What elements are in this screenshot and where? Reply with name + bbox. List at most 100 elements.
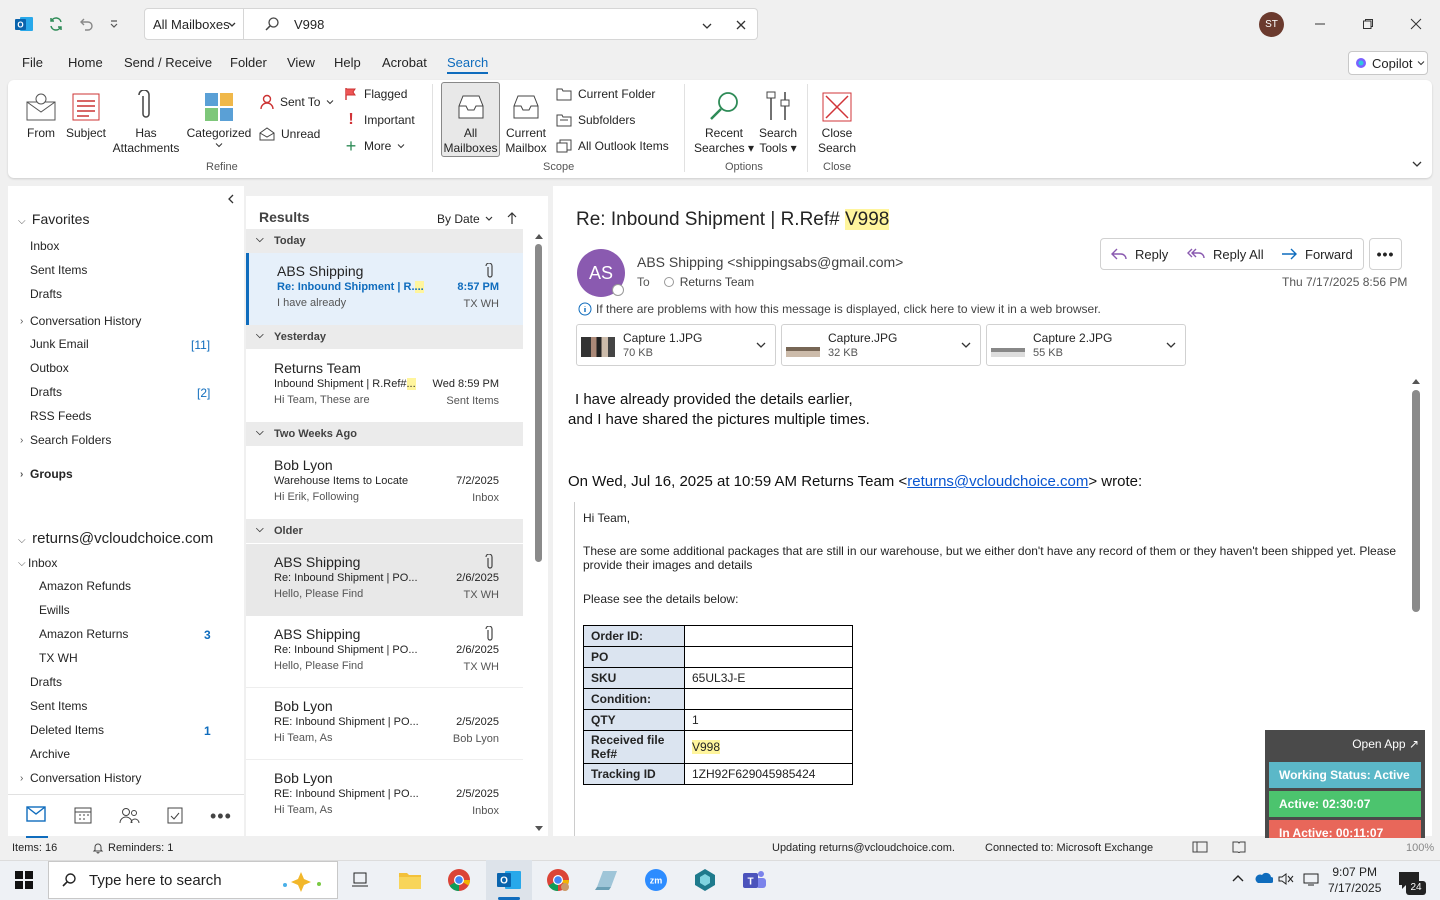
folder-sent-account[interactable]: Sent Items bbox=[30, 697, 87, 715]
windows-start-icon[interactable] bbox=[10, 866, 38, 894]
folder-junk[interactable]: Junk Email bbox=[30, 335, 89, 353]
list-item[interactable]: Bob Lyon RE: Inbound Shipment | PO... Hi… bbox=[246, 760, 523, 832]
forward-button[interactable]: Forward bbox=[1271, 238, 1364, 270]
important-button[interactable]: ! Important bbox=[344, 110, 414, 130]
minimize-icon[interactable] bbox=[1306, 10, 1334, 38]
group-header-two-weeks[interactable]: ⌵ Two Weeks Ago bbox=[246, 422, 523, 446]
reading-view-icon[interactable] bbox=[1232, 841, 1246, 853]
scroll-up-arrow[interactable] bbox=[534, 232, 544, 240]
folder-archive[interactable]: Archive bbox=[30, 745, 70, 763]
mail-icon[interactable] bbox=[26, 806, 46, 822]
list-item[interactable]: Bob Lyon Warehouse Items to Locate Hi Er… bbox=[246, 447, 523, 519]
more-apps-icon[interactable]: ••• bbox=[210, 806, 232, 827]
customize-qat-icon[interactable] bbox=[102, 12, 126, 36]
search-scope-dropdown[interactable]: All Mailboxes bbox=[144, 8, 244, 40]
search-input[interactable]: V998 bbox=[294, 17, 324, 32]
list-item[interactable]: Returns Team Inbound Shipment | R.Ref#..… bbox=[246, 350, 523, 422]
folder-amazon-returns[interactable]: Amazon Returns bbox=[39, 625, 128, 643]
sent-to-button[interactable]: Sent To bbox=[260, 92, 334, 112]
subfolders-button[interactable]: Subfolders bbox=[556, 110, 635, 130]
network-icon[interactable] bbox=[1303, 871, 1319, 887]
group-header-yesterday[interactable]: ⌵ Yesterday bbox=[246, 325, 523, 349]
task-view-icon[interactable] bbox=[346, 866, 374, 894]
app-icon[interactable] bbox=[691, 866, 719, 894]
zoom-level[interactable]: 100% bbox=[1406, 842, 1434, 854]
folder-fav-drafts[interactable]: Drafts bbox=[30, 285, 62, 303]
folder-inbox[interactable]: ⌵ Inbox bbox=[18, 554, 57, 572]
recent-searches-button[interactable]: Recent Searches ▾ bbox=[692, 86, 756, 156]
list-item[interactable]: Bob Lyon RE: Inbound Shipment | PO... Hi… bbox=[246, 688, 523, 760]
attachment-card[interactable]: Capture 2.JPG 55 KB bbox=[986, 324, 1186, 366]
sender-address[interactable]: ABS Shipping <shippingsabs@gmail.com> bbox=[637, 254, 903, 270]
flagged-button[interactable]: Flagged bbox=[344, 84, 407, 104]
tab-send-receive[interactable]: Send / Receive bbox=[124, 55, 212, 75]
folder-drafts-account[interactable]: Drafts bbox=[30, 673, 62, 691]
tab-help[interactable]: Help bbox=[334, 55, 361, 75]
reading-scrollbar-thumb[interactable] bbox=[1412, 390, 1420, 612]
taskbar-search[interactable]: Type here to search bbox=[48, 861, 338, 899]
tab-view[interactable]: View bbox=[287, 55, 315, 75]
folder-amazon-refunds[interactable]: Amazon Refunds bbox=[39, 577, 131, 595]
more-button[interactable]: + More bbox=[344, 136, 405, 156]
close-window-icon[interactable] bbox=[1402, 10, 1430, 38]
attachment-card[interactable]: Capture 1.JPG 70 KB bbox=[576, 324, 776, 366]
favorites-header[interactable]: ⌵ Favorites bbox=[18, 211, 89, 227]
tasks-icon[interactable] bbox=[166, 806, 184, 824]
reply-button[interactable]: Reply bbox=[1100, 238, 1180, 270]
calendar-icon[interactable] bbox=[74, 806, 92, 824]
chevron-down-icon[interactable] bbox=[701, 20, 713, 32]
folder-search-folders[interactable]: › Search Folders bbox=[20, 431, 111, 449]
outlook-taskbar-icon[interactable]: O bbox=[495, 866, 523, 894]
zoom-app-icon[interactable]: zm bbox=[642, 866, 670, 894]
quote-email-link[interactable]: returns@vcloudchoice.com bbox=[907, 473, 1088, 490]
collapse-pane-icon[interactable] bbox=[226, 194, 236, 204]
restore-icon[interactable] bbox=[1354, 10, 1382, 38]
folder-deleted[interactable]: Deleted Items bbox=[30, 721, 104, 739]
tab-folder[interactable]: Folder bbox=[230, 55, 267, 75]
normal-view-icon[interactable] bbox=[1192, 841, 1208, 853]
undo-icon[interactable] bbox=[74, 12, 98, 36]
tab-file[interactable]: File bbox=[22, 55, 43, 75]
folder-ewills[interactable]: Ewills bbox=[39, 601, 70, 619]
has-attachments-button[interactable]: Has Attachments bbox=[110, 86, 182, 156]
list-item[interactable]: ABS Shipping Re: Inbound Shipment | PO..… bbox=[246, 544, 523, 616]
app-icon[interactable] bbox=[593, 866, 621, 894]
scroll-up-arrow[interactable] bbox=[1411, 377, 1421, 385]
folder-conv-history-account[interactable]: › Conversation History bbox=[20, 769, 141, 787]
categorized-button[interactable]: Categorized bbox=[184, 86, 254, 149]
sync-icon[interactable] bbox=[44, 12, 68, 36]
folder-fav-sent[interactable]: Sent Items bbox=[30, 261, 87, 279]
clear-search-icon[interactable] bbox=[735, 19, 747, 31]
teams-icon[interactable]: T bbox=[740, 866, 768, 894]
from-button[interactable]: From bbox=[24, 86, 58, 141]
folder-conv-history[interactable]: › Conversation History bbox=[20, 312, 141, 330]
copilot-button[interactable]: Copilot bbox=[1348, 51, 1428, 75]
chrome-icon[interactable] bbox=[445, 866, 473, 894]
current-mailbox-button[interactable]: Current Mailbox bbox=[502, 86, 550, 156]
chevron-down-icon[interactable] bbox=[1165, 339, 1177, 351]
show-hidden-icons[interactable] bbox=[1231, 873, 1245, 883]
list-item[interactable]: ABS Shipping Re: Inbound Shipment | R...… bbox=[246, 253, 523, 325]
open-app-link[interactable]: Open App ↗ bbox=[1352, 737, 1419, 751]
volume-muted-icon[interactable] bbox=[1278, 871, 1294, 887]
group-header-today[interactable]: ⌵ Today bbox=[246, 229, 523, 253]
folder-tx-wh[interactable]: TX WH bbox=[39, 649, 78, 667]
sort-dropdown[interactable]: By Date bbox=[437, 212, 494, 226]
more-actions-button[interactable]: ••• bbox=[1369, 238, 1402, 270]
folder-outbox[interactable]: Outbox bbox=[30, 359, 69, 377]
unread-button[interactable]: Unread bbox=[259, 124, 320, 144]
chrome-profile-icon[interactable] bbox=[544, 866, 572, 894]
chevron-down-icon[interactable] bbox=[755, 339, 767, 351]
account-avatar[interactable]: ST bbox=[1259, 12, 1284, 37]
all-mailboxes-button[interactable]: All Mailboxes bbox=[441, 86, 500, 156]
onedrive-icon[interactable] bbox=[1253, 872, 1273, 884]
all-outlook-items-button[interactable]: All Outlook Items bbox=[556, 136, 669, 156]
group-header-older[interactable]: ⌵ Older bbox=[246, 519, 523, 543]
recipient-name[interactable]: Returns Team bbox=[680, 275, 754, 289]
ribbon-collapse-icon[interactable] bbox=[1411, 158, 1423, 170]
search-tools-button[interactable]: Search Tools ▾ bbox=[756, 86, 800, 156]
close-search-button[interactable]: Close Search bbox=[815, 86, 859, 156]
list-scrollbar-thumb[interactable] bbox=[535, 244, 542, 562]
reply-all-button[interactable]: Reply All bbox=[1177, 238, 1275, 270]
reminders-indicator[interactable]: Reminders: 1 bbox=[92, 842, 173, 854]
